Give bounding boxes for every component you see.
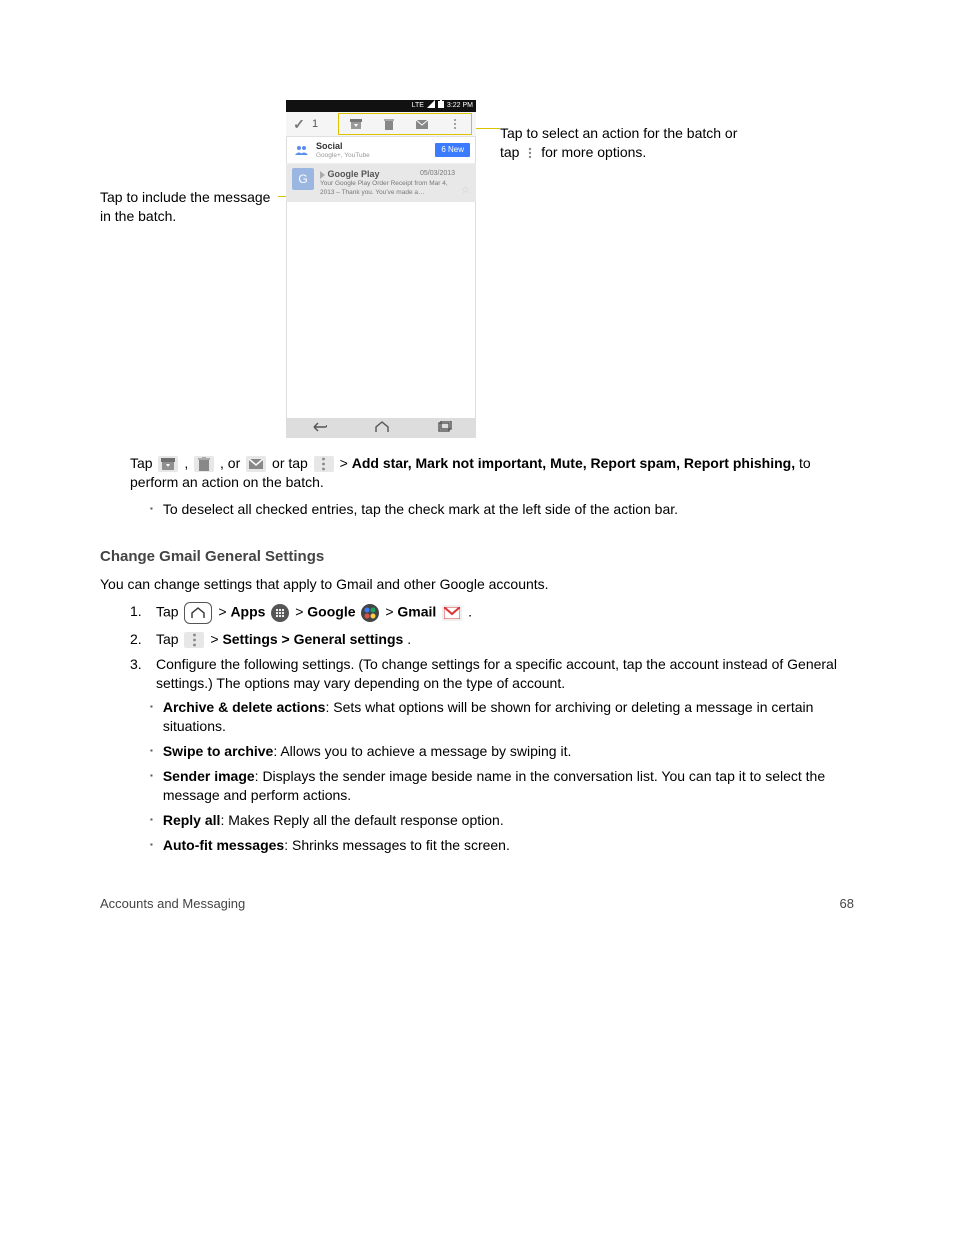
archive-icon[interactable] <box>349 118 363 130</box>
general-desc: You can change settings that apply to Gm… <box>100 575 854 594</box>
action-instruction: Tap , , or or tap > Add star, Mark not i… <box>130 454 854 492</box>
bullet-body: : Displays the sender image beside name … <box>163 768 825 803</box>
apps-label: Apps <box>230 604 269 620</box>
step-2: 2. Tap > Settings > General settings . <box>130 630 854 649</box>
gmail-label: Gmail <box>397 604 440 620</box>
text: > <box>295 604 307 620</box>
google-folder-icon <box>361 604 379 622</box>
step-body: Configure the following settings. (To ch… <box>156 655 854 693</box>
carrier-label: LTE <box>412 101 424 110</box>
more-icon <box>314 456 334 472</box>
text: Tap <box>130 455 156 471</box>
delete-icon <box>194 456 214 472</box>
bullet-reply-all: Reply all: Makes Reply all the default r… <box>150 811 854 830</box>
footer-section: Accounts and Messaging <box>100 895 245 913</box>
phone-screenshot: LTE 3:22 PM ✓ 1 <box>286 100 476 438</box>
bullet-text: To deselect all checked entries, tap the… <box>163 500 678 519</box>
text: > <box>218 604 230 620</box>
selected-message-row[interactable]: G Google Play 05/03/2013 Your Google Pla… <box>286 164 476 202</box>
step-1: 1. Tap > Apps > Google <box>130 602 854 624</box>
bullet-title: Reply all <box>163 812 221 828</box>
page: Tap to include the message in the batch.… <box>0 0 954 1235</box>
text: Tap <box>156 604 182 620</box>
done-check[interactable]: ✓ <box>286 115 312 134</box>
clock-label: 3:22 PM <box>447 101 473 110</box>
more-icon <box>525 145 535 161</box>
selection-count: 1 <box>312 117 330 132</box>
step-number: 2. <box>130 630 148 649</box>
text: . <box>468 604 472 620</box>
step-3: 3. Configure the following settings. (To… <box>130 655 854 693</box>
text: , <box>184 455 192 471</box>
home-icon[interactable] <box>374 419 390 438</box>
menu-options-list: Add star, Mark not important, Mute, Repo… <box>352 455 795 471</box>
text: or tap <box>272 455 312 471</box>
step-number: 3. <box>130 655 148 693</box>
archive-icon <box>158 456 178 472</box>
bullet-autofit: Auto-fit messages: Shrinks messages to f… <box>150 836 854 855</box>
step-body: Tap > Settings > General settings . <box>156 630 411 649</box>
bullet-body: : Allows you to achieve a message by swi… <box>273 743 571 759</box>
home-key-icon <box>184 602 212 624</box>
step-body: Tap > Apps > Google > Gmai <box>156 602 472 624</box>
recent-icon[interactable] <box>437 419 453 438</box>
settings-path: Settings > General settings <box>222 631 403 647</box>
apps-icon <box>271 604 289 622</box>
people-icon <box>292 141 310 159</box>
annotated-figure: Tap to include the message in the batch.… <box>100 100 854 440</box>
text: > <box>340 455 352 471</box>
bullet-deselect: To deselect all checked entries, tap the… <box>150 500 854 519</box>
social-subtitle: Google+, YouTube <box>316 152 429 161</box>
more-icon[interactable] <box>448 118 462 130</box>
message-body: Google Play 05/03/2013 Your Google Play … <box>320 168 455 198</box>
mark-read-icon <box>246 456 266 472</box>
delete-icon[interactable] <box>382 118 396 130</box>
callout-right-line <box>476 128 500 129</box>
message-avatar[interactable]: G <box>292 168 314 190</box>
social-category-row[interactable]: Social Google+, YouTube 6 New <box>286 137 476 164</box>
back-icon[interactable] <box>309 419 327 438</box>
social-title: Social <box>316 140 429 152</box>
gmail-icon <box>442 605 462 621</box>
new-badge: 6 New <box>435 143 470 158</box>
step-number: 1. <box>130 602 148 624</box>
message-preview: Your Google Play Order Receipt from Mar … <box>320 180 455 198</box>
text: , or <box>220 455 244 471</box>
page-footer: Accounts and Messaging 68 <box>100 895 854 913</box>
text: Tap <box>156 631 182 647</box>
signal-icon <box>427 100 435 111</box>
text: > <box>210 631 222 647</box>
text: . <box>407 631 411 647</box>
mark-read-icon[interactable] <box>415 118 429 130</box>
bullet-sender-image: Sender image: Displays the sender image … <box>150 767 854 805</box>
selection-action-bar: ✓ 1 <box>286 112 476 137</box>
bullet-body: : Shrinks messages to fit the screen. <box>284 837 510 853</box>
body-text: Tap , , or or tap > Add star, Mark not i… <box>100 454 854 912</box>
message-date: 05/03/2013 <box>420 169 455 178</box>
batch-actions-group <box>338 113 472 135</box>
callout-right-text-2: for more options. <box>541 144 646 160</box>
status-bar: LTE 3:22 PM <box>286 100 476 112</box>
bullet-archive-delete: Archive & delete actions: Sets what opti… <box>150 698 854 736</box>
bullet-title: Swipe to archive <box>163 743 273 759</box>
battery-icon <box>438 100 444 111</box>
steps-general: 1. Tap > Apps > Google <box>100 602 854 693</box>
bullet-title: Archive & delete actions <box>163 699 326 715</box>
social-text: Social Google+, YouTube <box>316 140 429 161</box>
google-folder-label: Google <box>307 604 359 620</box>
text: > <box>385 604 397 620</box>
bullet-swipe: Swipe to archive: Allows you to achieve … <box>150 742 854 761</box>
bullet-title: Sender image <box>163 768 255 784</box>
section-heading-general: Change Gmail General Settings <box>100 547 854 567</box>
message-sender: Google Play <box>320 168 380 180</box>
bullet-title: Auto-fit messages <box>163 837 284 853</box>
star-icon[interactable]: ☆ <box>461 184 470 198</box>
message-sender-text: Google Play <box>328 169 380 179</box>
more-icon <box>184 632 204 648</box>
footer-page-number: 68 <box>840 895 854 913</box>
callout-right: Tap to select an action for the batch or… <box>500 124 760 162</box>
bullet-body: : Makes Reply all the default response o… <box>220 812 503 828</box>
nav-bar <box>286 418 476 438</box>
callout-left: Tap to include the message in the batch. <box>100 188 278 226</box>
